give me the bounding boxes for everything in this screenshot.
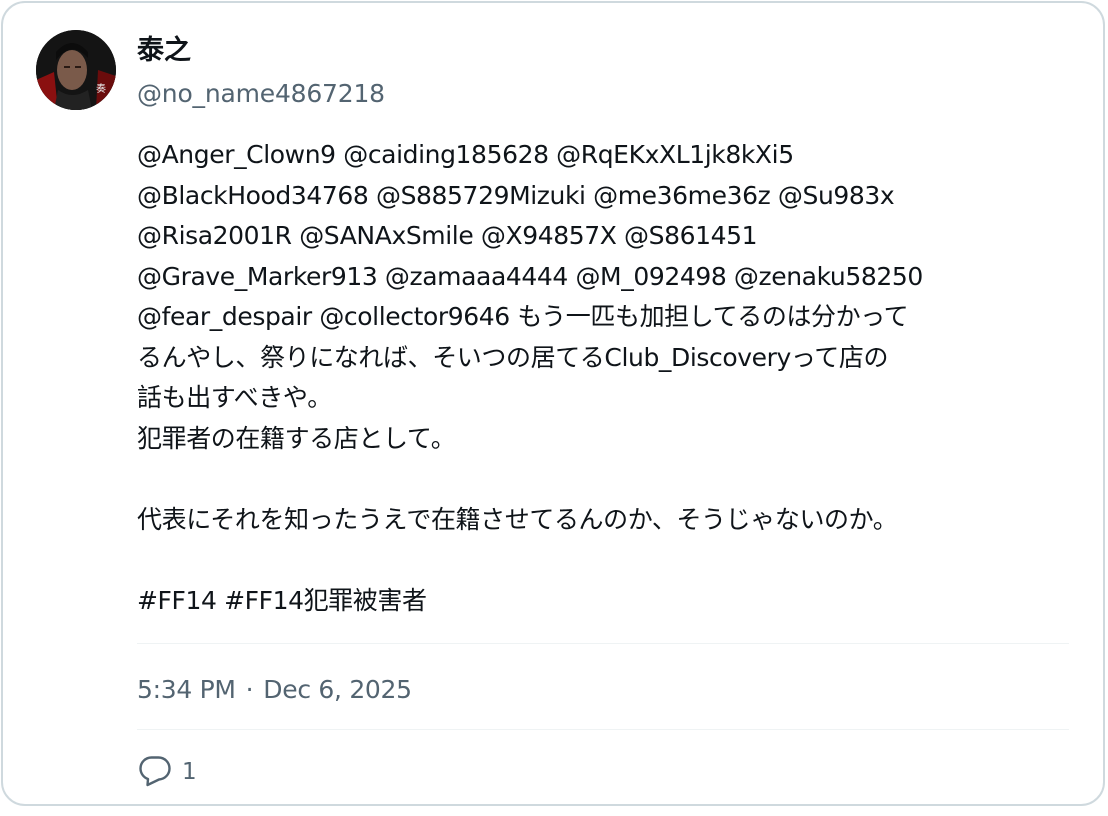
user-handle[interactable]: @no_name4867218: [137, 77, 385, 111]
tweet-line: @Risa2001R @SANAxSmile @X94857X @S861451: [137, 221, 758, 250]
tweet-line: @fear_despair @collector9646 もう一匹も加担してるの…: [137, 302, 909, 331]
tweet-timestamp[interactable]: 5:34 PM · Dec 6, 2025: [137, 672, 412, 708]
divider: [137, 643, 1069, 644]
tweet-line: @Grave_Marker913 @zamaaa4444 @M_092498 @…: [137, 261, 923, 291]
reply-button[interactable]: 1: [137, 752, 197, 792]
avatar-image: 奏: [36, 30, 116, 110]
svg-text:奏: 奏: [96, 83, 106, 95]
tweet-line: 犯罪者の在籍する店として。: [137, 423, 456, 453]
tweet-line: 話も出すべきや。: [137, 383, 332, 412]
divider: [137, 729, 1069, 730]
tweet-time: 5:34 PM: [137, 675, 236, 704]
tweet-hashtags: #FF14 #FF14犯罪被害者: [137, 585, 427, 615]
reply-bubble-icon: [137, 752, 173, 792]
reply-count: 1: [182, 759, 197, 785]
tweet-line: @Anger_Clown9 @caiding185628 @RqEKxXL1jk…: [137, 140, 794, 169]
tweet-card: 奏 泰之 @no_name4867218 @Anger_Clown9 @caid…: [1, 1, 1105, 806]
tweet-line: 代表にそれを知ったうえで在籍させてるんのか、そうじゃないのか。: [137, 504, 898, 534]
tweet-line: @BlackHood34768 @S885729Mizuki @me36me36…: [137, 180, 895, 210]
tweet-date: Dec 6, 2025: [263, 675, 412, 704]
meta-separator: ·: [245, 675, 254, 704]
avatar[interactable]: 奏: [36, 30, 116, 110]
tweet-line: るんやし、祭りになれば、そいつの居てるClub_Discoveryって店の: [137, 342, 889, 372]
display-name[interactable]: 泰之: [137, 33, 191, 69]
tweet-text: @Anger_Clown9 @caiding185628 @RqEKxXL1jk…: [137, 135, 1067, 621]
